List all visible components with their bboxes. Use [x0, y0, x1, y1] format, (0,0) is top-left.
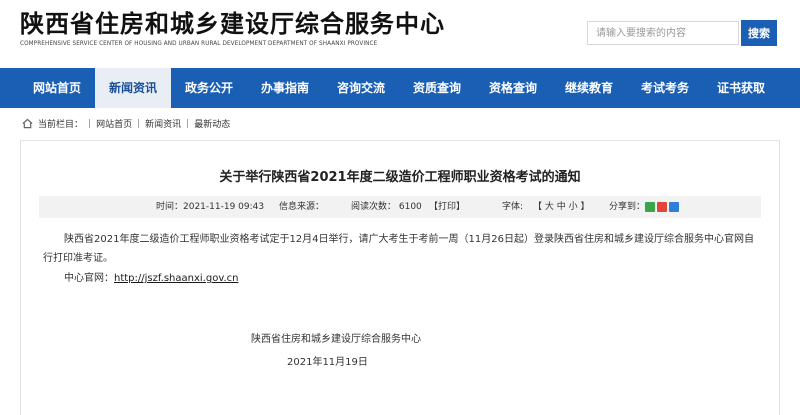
home-icon [22, 118, 33, 129]
weibo-icon[interactable] [657, 202, 667, 212]
article-meta-bar: 时间：2021-11-19 09:43 信息来源： 阅读次数： 6100 【打印… [39, 196, 761, 218]
signature-date: 2021年11月19日 [287, 357, 368, 368]
nav-item-consult[interactable]: 咨询交流 [323, 68, 399, 108]
print-button[interactable]: 【打印】 [429, 196, 465, 218]
nav-item-certificate-get[interactable]: 证书获取 [703, 68, 779, 108]
font-size-label: 字体: [502, 202, 524, 212]
site-header: 陕西省住房和城乡建设厅综合服务中心 COMPREHENSIVE SERVICE … [0, 0, 800, 68]
article-title: 关于举行陕西省2021年度二级造价工程师职业资格考试的通知 [219, 170, 581, 185]
nav-item-guide[interactable]: 办事指南 [247, 68, 323, 108]
font-size-switch[interactable]: 【 大 中 小 】 [533, 196, 589, 218]
nav-item-certificate-query[interactable]: 资格查询 [475, 68, 551, 108]
nav-item-exams[interactable]: 考试考务 [627, 68, 703, 108]
nav-item-home[interactable]: 网站首页 [19, 68, 95, 108]
breadcrumb: 当前栏目： | 网站首页 | 新闻资讯 | 最新动态 [20, 108, 780, 139]
nav-item-qualification-query[interactable]: 资质查询 [399, 68, 475, 108]
share-icons [645, 202, 679, 212]
search-input[interactable] [587, 21, 739, 45]
breadcrumb-item-home[interactable]: 网站首页 [96, 117, 132, 130]
breadcrumb-separator: | [186, 118, 190, 129]
nav-item-gov-affairs[interactable]: 政务公开 [171, 68, 247, 108]
search-button[interactable]: 搜索 [741, 20, 777, 46]
breadcrumb-item-latest[interactable]: 最新动态 [194, 117, 230, 130]
breadcrumb-item-news[interactable]: 新闻资讯 [145, 117, 181, 130]
breadcrumb-prefix: 当前栏目： [38, 120, 84, 130]
site-logo-title[interactable]: 陕西省住房和城乡建设厅综合服务中心 [20, 10, 445, 38]
official-site-line: 中心官网：http://jszf.shaanxi.gov.cn [64, 269, 238, 288]
nav-item-news[interactable]: 新闻资讯 [95, 68, 171, 108]
main-nav: 网站首页 新闻资讯 政务公开 办事指南 咨询交流 资质查询 资格查询 继续教育 … [0, 68, 800, 108]
site-logo-subtitle: COMPREHENSIVE SERVICE CENTER OF HOUSING … [20, 40, 378, 47]
official-site-link[interactable]: http://jszf.shaanxi.gov.cn [114, 273, 238, 284]
meta-source: 信息来源： [279, 202, 325, 212]
signature-org: 陕西省住房和城乡建设厅综合服务中心 [251, 334, 421, 345]
meta-views: 阅读次数： 6100 [351, 202, 422, 212]
breadcrumb-separator: | [88, 118, 92, 129]
article-body: 陕西省2021年度二级造价工程师职业资格考试定于12月4日举行，请广大考生于考前… [43, 234, 754, 264]
official-site-label: 中心官网： [64, 273, 114, 284]
nav-item-education[interactable]: 继续教育 [551, 68, 627, 108]
wechat-icon[interactable] [645, 202, 655, 212]
meta-time: 时间：2021-11-19 09:43 [156, 202, 265, 212]
article-card: 关于举行陕西省2021年度二级造价工程师职业资格考试的通知 时间：2021-11… [20, 140, 780, 415]
breadcrumb-separator: | [137, 118, 141, 129]
share-label: 分享到： [609, 202, 646, 212]
more-share-icon[interactable] [669, 202, 679, 212]
